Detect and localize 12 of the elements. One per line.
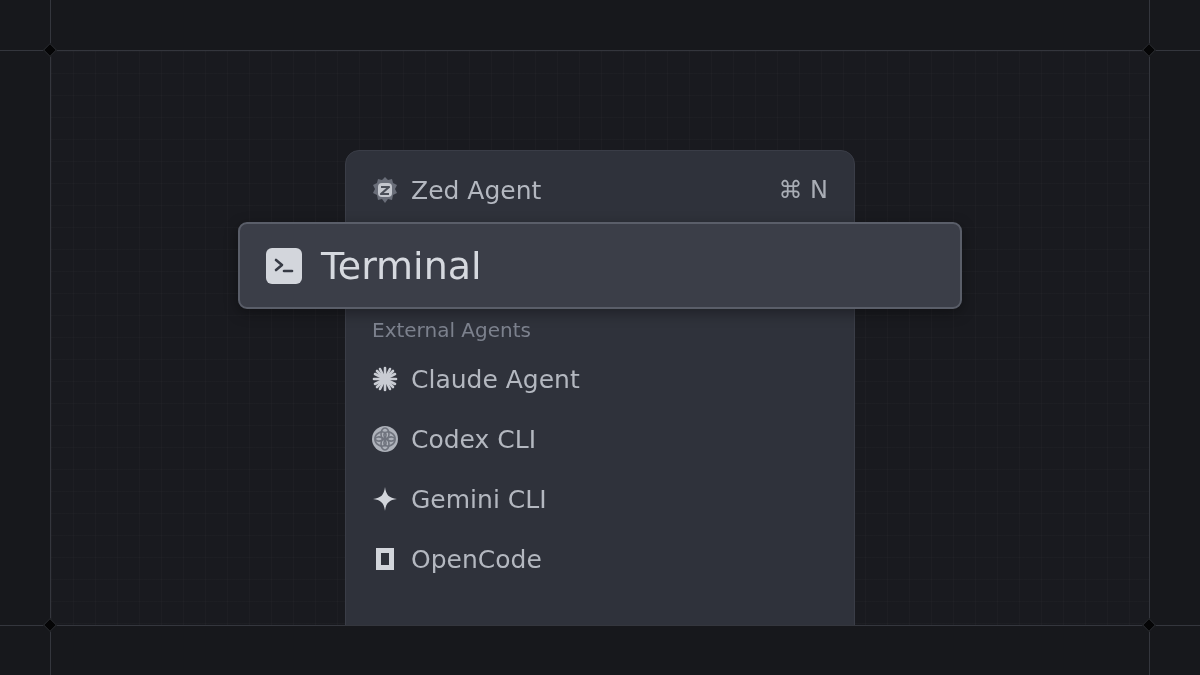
menu-item[interactable]: Gemini CLI xyxy=(346,469,854,529)
menu-item[interactable]: Zed Agent ⌘ N xyxy=(346,160,854,220)
shortcut-label: ⌘ N xyxy=(778,176,828,204)
rosette-icon xyxy=(371,425,399,453)
menu-item[interactable]: OpenCode xyxy=(346,529,854,589)
menu-item[interactable]: Codex CLI xyxy=(346,409,854,469)
terminal-icon xyxy=(266,247,302,284)
starburst-icon xyxy=(371,365,399,393)
badge-icon xyxy=(371,176,399,204)
section-heading: External Agents xyxy=(371,317,532,344)
menu-item[interactable]: Claude Agent xyxy=(346,349,854,409)
menu-item[interactable]: Terminal xyxy=(238,222,962,309)
